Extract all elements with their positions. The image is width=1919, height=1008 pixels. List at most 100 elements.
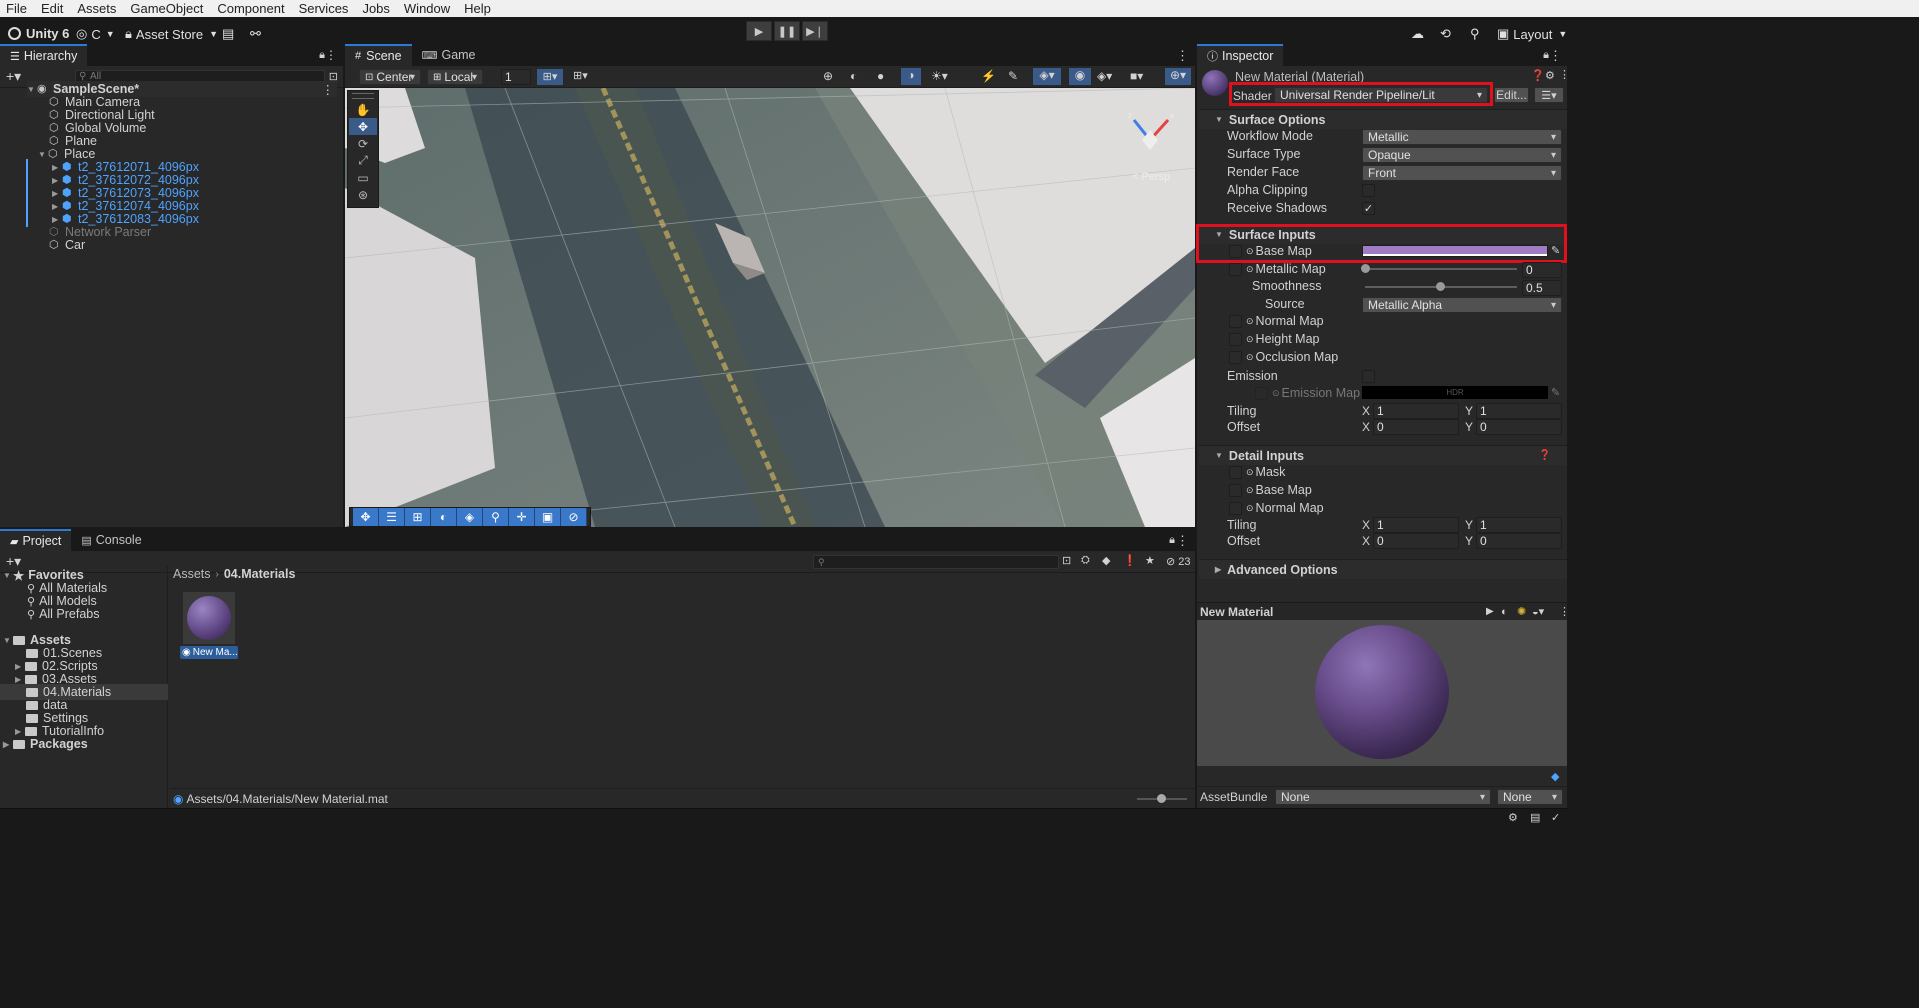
transform-tool-icon[interactable]: ⊛ [349, 186, 377, 203]
detail-tiling-y-input[interactable]: 1 [1476, 517, 1562, 533]
pause-button[interactable]: ❚❚ [774, 21, 800, 41]
tab-project[interactable]: ▰ Project [0, 529, 72, 551]
detail-tiling-x-input[interactable]: 1 [1373, 517, 1459, 533]
texture-slot[interactable] [1229, 350, 1242, 364]
history-icon[interactable]: ⟲ [1440, 26, 1451, 42]
target-icon[interactable]: ⊙ [1246, 316, 1254, 327]
progress-icon[interactable]: ▤ [1530, 811, 1540, 824]
metallic-slider-knob[interactable] [1361, 264, 1370, 273]
debug-icon[interactable]: ⚙ [1508, 811, 1518, 824]
overlay-layers-icon[interactable]: ◈ [457, 508, 483, 526]
menu-file[interactable]: File [6, 1, 27, 16]
expand-arrow-icon[interactable]: ▶ [15, 727, 25, 736]
tiling-y-input[interactable]: 1 [1476, 403, 1562, 419]
unity-version-button[interactable]: Unity 6 [8, 26, 69, 41]
rotate-tool-icon[interactable]: ⟳ [349, 135, 377, 152]
advanced-options-header[interactable]: ▶ Advanced Options [1199, 559, 1567, 579]
kebab-menu-icon[interactable]: ⋮ [322, 82, 335, 97]
overlay-pivot-icon[interactable]: ✛ [509, 508, 535, 526]
lighting-icon[interactable]: ◑ [901, 68, 921, 85]
surface-type-dropdown[interactable]: Opaque [1362, 147, 1562, 163]
expand-arrow-icon[interactable]: ▶ [52, 215, 62, 224]
filter-type-icon[interactable]: ⛭ [1081, 554, 1090, 567]
target-icon[interactable]: ⊙ [1246, 485, 1254, 496]
menu-gameobject[interactable]: GameObject [130, 1, 203, 16]
target-icon[interactable]: ⊙ [1246, 264, 1254, 275]
receive-shadows-checkbox[interactable]: ✓ [1362, 202, 1375, 215]
texture-slot[interactable] [1229, 483, 1242, 497]
tab-console[interactable]: ▤ Console [71, 529, 151, 551]
snap-input[interactable]: 1 [501, 69, 531, 85]
source-dropdown[interactable]: Metallic Alpha [1362, 297, 1562, 313]
edit-shader-button[interactable]: Edit... [1494, 87, 1529, 103]
move-tool-icon[interactable]: ✥ [349, 118, 377, 135]
assetbundle-variant-dropdown[interactable]: None [1497, 789, 1563, 805]
sun-icon[interactable]: ☀▾ [931, 69, 948, 83]
menu-edit[interactable]: Edit [41, 1, 63, 16]
account-button[interactable]: ◎ C ▼ [76, 26, 115, 42]
detail-inputs-header[interactable]: ▼ Detail Inputs ❓ [1199, 445, 1567, 465]
expand-arrow-icon[interactable]: ▼ [27, 85, 37, 94]
slider-knob[interactable] [1157, 794, 1166, 803]
fx-icon[interactable]: ✎ [1008, 69, 1018, 83]
audio-mute-icon[interactable]: ⚡ [981, 69, 996, 83]
tab-scene[interactable]: # Scene [345, 44, 412, 66]
surface-options-header[interactable]: ▼ Surface Options [1199, 109, 1567, 129]
smoothness-slider-knob[interactable] [1436, 282, 1445, 291]
expand-arrow-icon[interactable]: ▼ [38, 150, 48, 159]
shading-mode-icon[interactable]: ◐ [850, 69, 857, 83]
pivot-dropdown[interactable]: ⊡ Center [359, 69, 421, 85]
global-icon[interactable]: ⊕ [823, 69, 833, 83]
breadcrumb-item[interactable]: Assets [173, 567, 211, 581]
sphere-shape-icon[interactable]: ◐ [1501, 606, 1508, 618]
texture-slot[interactable] [1229, 332, 1242, 346]
detail-offset-x-input[interactable]: 0 [1373, 533, 1459, 549]
info-icon[interactable]: ❗ [1123, 554, 1137, 567]
overlay-camera-icon[interactable]: ▣ [535, 508, 561, 526]
texture-slot[interactable] [1229, 501, 1242, 515]
target-icon[interactable]: ⊙ [1246, 334, 1254, 345]
metallic-input[interactable]: 0 [1522, 262, 1562, 278]
preview-mode-icon[interactable]: ◒▾ [1532, 605, 1544, 618]
tag-icon[interactable]: ◆ [1551, 770, 1559, 783]
help-icon[interactable]: ❓ [1539, 450, 1551, 461]
metallic-slider[interactable] [1365, 268, 1517, 270]
expand-arrow-icon[interactable]: ▶ [15, 662, 25, 671]
asset-store-button[interactable]: 🔒︎ Asset Store ▼ [125, 26, 218, 42]
overlay-align-icon[interactable]: ☰ [379, 508, 405, 526]
menu-jobs[interactable]: Jobs [362, 1, 389, 16]
project-search-input[interactable]: ⚲ [813, 555, 1059, 569]
menu-window[interactable]: Window [404, 1, 450, 16]
offset-y-input[interactable]: 0 [1476, 419, 1562, 435]
smoothness-input[interactable]: 0.5 [1522, 280, 1562, 296]
scene-visibility-icon[interactable]: ◈▾ [1033, 68, 1061, 85]
texture-slot[interactable] [1229, 465, 1242, 479]
tab-game[interactable]: ⌨ Game [412, 44, 486, 66]
tab-inspector[interactable]: ⓘ Inspector [1197, 44, 1284, 66]
expand-arrow-icon[interactable]: ▶ [15, 675, 25, 684]
label-icon[interactable]: ◆ [1102, 554, 1110, 567]
camera-icon[interactable]: ■▾ [1130, 69, 1143, 83]
material-preview[interactable]: ◆ [1197, 620, 1567, 783]
target-icon[interactable]: ⊙ [1246, 352, 1254, 363]
add-icon[interactable]: +▾ [6, 68, 21, 85]
play-icon[interactable]: ▶ [1486, 606, 1494, 617]
grid-snap-icon[interactable]: ⊞▾ [537, 69, 563, 85]
render-face-dropdown[interactable]: Front [1362, 165, 1562, 181]
menu-help[interactable]: Help [464, 1, 491, 16]
cloud-icon[interactable]: ☁ [1411, 26, 1424, 42]
menu-component[interactable]: Component [217, 1, 284, 16]
help-icon[interactable]: ❓ [1531, 69, 1545, 82]
overlay-compass-icon[interactable]: ⊘ [561, 508, 587, 526]
hand-tool-icon[interactable]: ✋ [349, 101, 377, 118]
favorite-item[interactable]: ⚲ All Prefabs [27, 606, 100, 622]
orientation-gizmo[interactable]: z x < Persp [1120, 108, 1190, 188]
breadcrumb-item[interactable]: 04.Materials [224, 567, 296, 581]
grid-icon[interactable]: ⊞▾ [573, 69, 588, 82]
light-icon[interactable]: ✺ [1517, 605, 1526, 618]
target-icon[interactable]: ⊙ [1246, 467, 1254, 478]
kebab-menu-icon[interactable]: ⋮ [1176, 533, 1189, 549]
play-button[interactable]: ▶ [746, 21, 772, 41]
target-icon[interactable]: ⊙ [1246, 503, 1254, 514]
assetbundle-dropdown[interactable]: None [1275, 789, 1491, 805]
